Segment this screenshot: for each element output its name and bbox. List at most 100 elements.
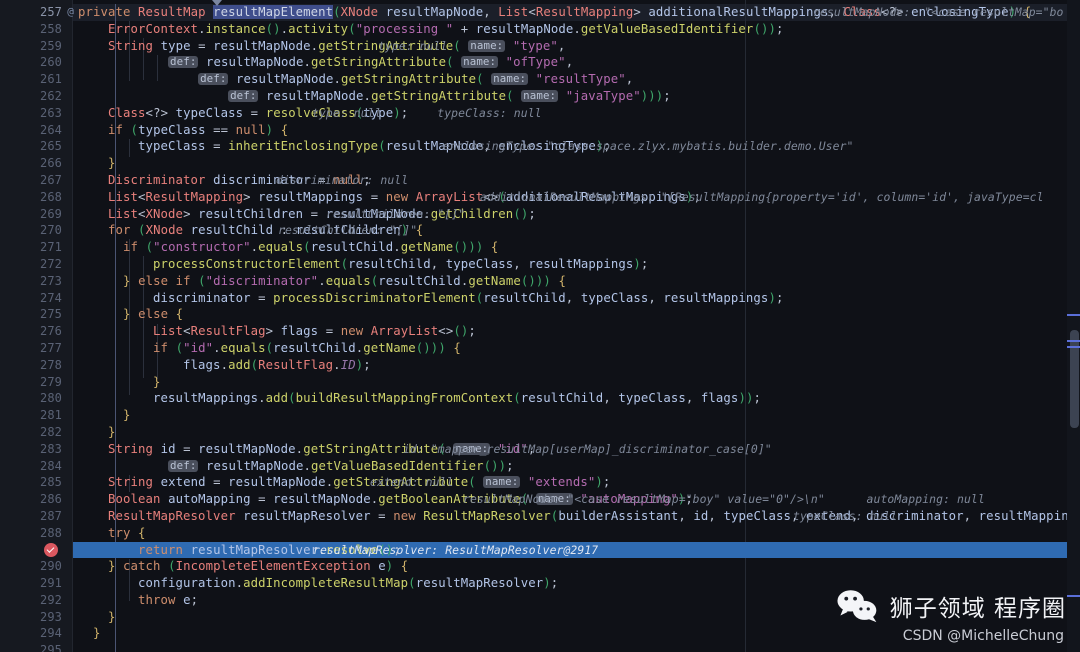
inline-debug-hint[interactable]: id: "mapper_resultMap[userMap]_discrimin…	[403, 441, 772, 458]
code-text: try {	[108, 525, 146, 540]
code-line[interactable]: 290 } catch (IncompleteElementException …	[0, 558, 1080, 575]
line-number: 261	[40, 72, 62, 87]
code-line[interactable]: 257 private ResultMap resultMapElement(XN…	[0, 4, 1080, 21]
code-lines: 257 private ResultMap resultMapElement(XN…	[0, 4, 1080, 652]
line-number: 269	[40, 206, 62, 221]
line-number: 262	[40, 88, 62, 103]
inline-debug-hint[interactable]: resultMapNode: "<case resultMap="bo	[813, 4, 1063, 21]
code-text: throw e;	[138, 592, 199, 607]
line-number: 286	[40, 492, 62, 507]
code-line[interactable]: 288 try {	[0, 525, 1080, 542]
line-number: 270	[40, 223, 62, 238]
override-annotation-icon[interactable]: @	[64, 5, 77, 18]
line-number: 292	[40, 592, 62, 607]
code-text: def: resultMapNode.getStringAttribute( n…	[228, 88, 671, 103]
inline-debug-hint[interactable]: additionalResultMappings: "[ResultMappin…	[480, 189, 1044, 206]
code-text: if (typeClass == null) {	[108, 122, 289, 137]
code-line[interactable]: 258 ErrorContext.instance().activity("pr…	[0, 21, 1080, 38]
code-text: flags.add(ResultFlag.ID);	[183, 357, 371, 372]
code-line[interactable]: 261 def: resultMapNode.getStringAttribut…	[0, 71, 1080, 88]
scrollbar-marker[interactable]	[1067, 595, 1080, 597]
watermark-title: 狮子领域 程序圈	[889, 596, 1066, 622]
line-number: 273	[40, 273, 62, 288]
line-number: 280	[40, 391, 62, 406]
code-line[interactable]: 260 def: resultMapNode.getStringAttribut…	[0, 54, 1080, 71]
code-line[interactable]: 263 Class<?> typeClass = resolveClass(ty…	[0, 105, 1080, 122]
code-line[interactable]: 264 if (typeClass == null) {	[0, 122, 1080, 139]
line-number: 257	[40, 5, 62, 19]
line-number: 267	[40, 172, 62, 187]
code-text: processConstructorElement(resultChild, t…	[153, 256, 649, 271]
line-number: 288	[40, 525, 62, 540]
wechat-icon	[836, 589, 880, 623]
code-line[interactable]: 275 } else {	[0, 306, 1080, 323]
code-line[interactable]: 286 Boolean autoMapping = resultMapNode.…	[0, 491, 1080, 508]
line-number: 268	[40, 189, 62, 204]
inline-debug-hint[interactable]: resultMapNode: "<case resultMap="boy" va…	[463, 491, 985, 508]
inline-debug-hint[interactable]: resultMapResolver: ResultMapResolver@291…	[313, 542, 598, 559]
inline-debug-hint[interactable]: type: null	[378, 38, 448, 55]
code-line[interactable]: 272 processConstructorElement(resultChil…	[0, 256, 1080, 273]
breakpoint-icon[interactable]	[44, 543, 58, 557]
inline-debug-hint[interactable]: enclosingType: "class space.zlyx.mybatis…	[443, 138, 854, 155]
scrollbar-thumb[interactable]	[1070, 330, 1079, 428]
code-text: if ("id".equals(resultChild.getName())) …	[153, 340, 461, 355]
vertical-scrollbar[interactable]	[1067, 0, 1080, 652]
code-text: }	[123, 408, 131, 423]
inline-debug-hint[interactable]: resultChildren: "[]"	[326, 206, 465, 223]
code-line[interactable]: 282 }	[0, 424, 1080, 441]
code-line[interactable]: 281 }	[0, 407, 1080, 424]
line-number: 282	[40, 424, 62, 439]
code-text: def: resultMapNode.getStringAttribute( n…	[198, 72, 634, 87]
inline-debug-hint[interactable]: typeClass: null	[793, 508, 897, 525]
code-line[interactable]: return resultMapResolver.resolve(); resul…	[0, 541, 1080, 559]
inline-debug-hint[interactable]: extend: null	[370, 474, 454, 491]
scrollbar-marker[interactable]	[1067, 314, 1080, 316]
code-text: }	[108, 424, 116, 439]
scrollbar-marker[interactable]	[1067, 346, 1080, 348]
inline-debug-hint[interactable]: resultChildren: "[]"	[278, 222, 417, 239]
code-line[interactable]: 268 List<ResultMapping> resultMappings =…	[0, 189, 1080, 206]
code-line[interactable]: 262 def: resultMapNode.getStringAttribut…	[0, 88, 1080, 105]
line-number: 263	[40, 105, 62, 120]
code-text: configuration.addIncompleteResultMap(res…	[138, 576, 559, 591]
code-text: discriminator = processDiscriminatorElem…	[153, 290, 784, 305]
code-text: String extend = resultMapNode.getStringA…	[108, 475, 611, 490]
code-line[interactable]: 271 if ("constructor".equals(resultChild…	[0, 239, 1080, 256]
code-text: List<ResultFlag> flags = new ArrayList<>…	[153, 324, 476, 339]
code-text: resultMappings.add(buildResultMappingFro…	[153, 391, 761, 406]
line-number: 271	[40, 240, 62, 255]
code-line[interactable]: 266 }	[0, 155, 1080, 172]
code-line[interactable]: 270 for (XNode resultChild : resultChild…	[0, 222, 1080, 239]
code-line[interactable]: 259 String type = resultMapNode.getStrin…	[0, 38, 1080, 55]
code-line[interactable]: 277 if ("id".equals(resultChild.getName(…	[0, 340, 1080, 357]
code-line[interactable]: 279 }	[0, 374, 1080, 391]
code-line[interactable]: 274 discriminator = processDiscriminator…	[0, 290, 1080, 307]
inline-debug-hint[interactable]: type: null typeClass: null	[312, 105, 542, 122]
line-number: 279	[40, 374, 62, 389]
code-line[interactable]: 276 List<ResultFlag> flags = new ArrayLi…	[0, 323, 1080, 340]
gutter-separator	[72, 0, 73, 652]
code-line[interactable]: 285 String extend = resultMapNode.getStr…	[0, 474, 1080, 491]
line-number: 264	[40, 122, 62, 137]
code-text: String type = resultMapNode.getStringAtt…	[108, 38, 566, 53]
code-editor[interactable]: 257 private ResultMap resultMapElement(XN…	[0, 0, 1080, 652]
code-line[interactable]: 278 flags.add(ResultFlag.ID);	[0, 357, 1080, 374]
line-number: 272	[40, 256, 62, 271]
code-text: }	[108, 156, 116, 171]
code-text: ErrorContext.instance().activity("proces…	[108, 21, 784, 36]
code-line[interactable]: 280 resultMappings.add(buildResultMappin…	[0, 390, 1080, 407]
line-number: 295	[40, 643, 62, 652]
line-number: 258	[40, 21, 62, 36]
code-line[interactable]: 267 Discriminator discriminator = null; d…	[0, 172, 1080, 189]
code-text: }	[93, 626, 101, 641]
code-line[interactable]: 265 typeClass = inheritEnclosingType(res…	[0, 138, 1080, 155]
code-line[interactable]: 287 ResultMapResolver resultMapResolver …	[0, 508, 1080, 525]
code-text: def: resultMapNode.getValueBasedIdentifi…	[168, 458, 514, 473]
code-line[interactable]: 284 def: resultMapNode.getValueBasedIden…	[0, 458, 1080, 475]
scrollbar-marker[interactable]	[1067, 340, 1080, 342]
code-line[interactable]: 273 } else if ("discriminator".equals(re…	[0, 273, 1080, 290]
inline-debug-hint[interactable]: discriminator: null	[276, 172, 408, 189]
code-line[interactable]: 269 List<XNode> resultChildren = resultM…	[0, 206, 1080, 223]
code-line[interactable]: 283 String id = resultMapNode.getStringA…	[0, 441, 1080, 458]
